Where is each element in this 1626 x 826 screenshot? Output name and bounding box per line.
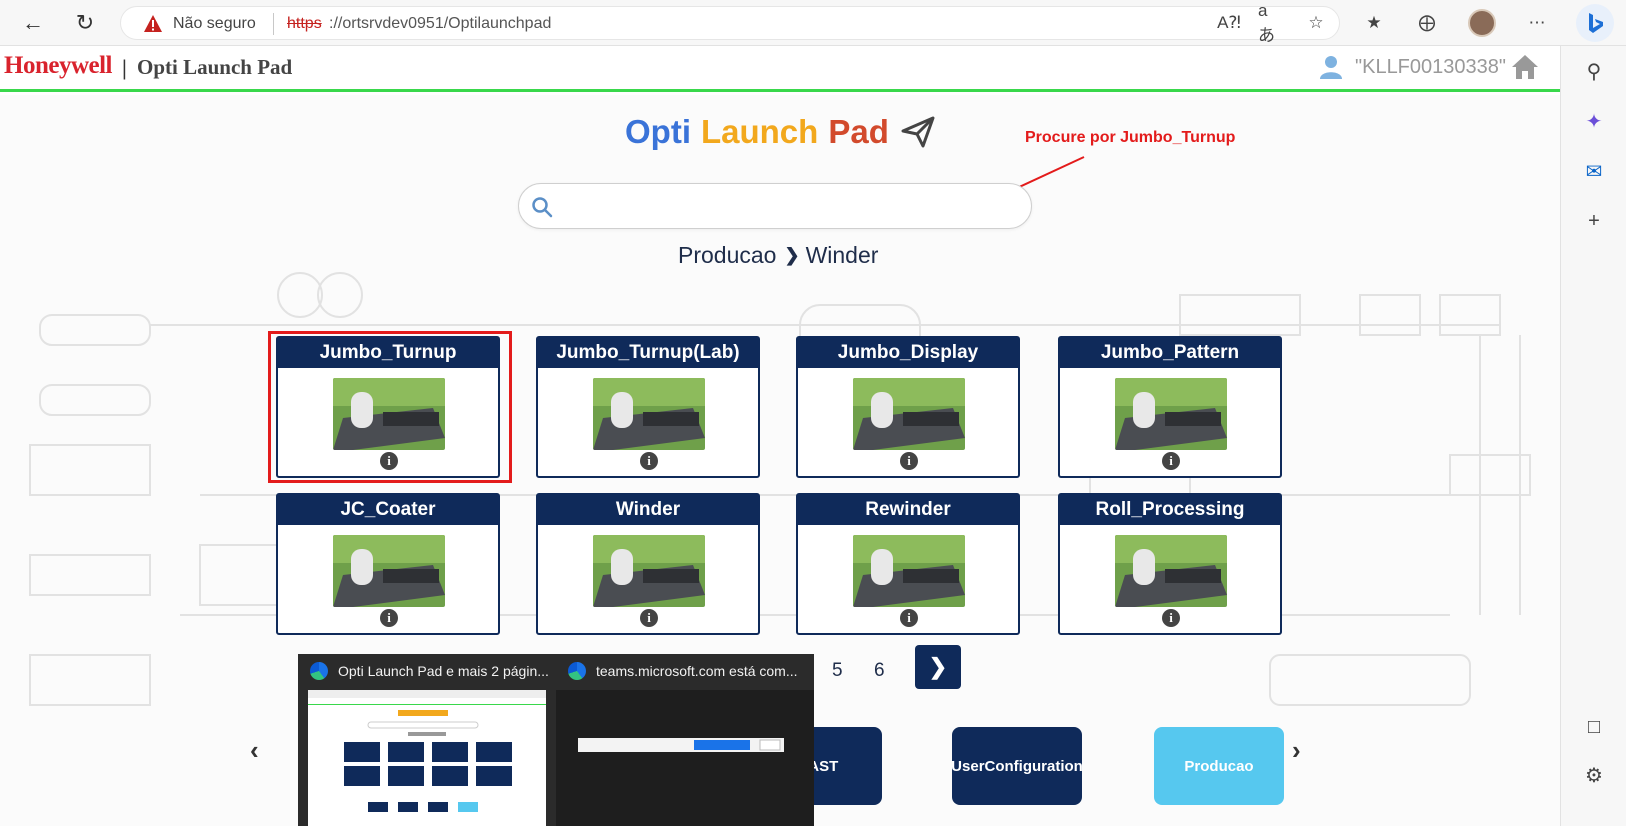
tile-label: Producao: [1184, 757, 1254, 775]
security-label[interactable]: Não seguro: [173, 15, 256, 33]
card-title: Jumbo_Display: [798, 338, 1018, 368]
add-sidebar-icon[interactable]: +: [1581, 208, 1607, 234]
winder-machine-image: [593, 535, 705, 607]
winder-machine-image: [593, 378, 705, 450]
info-icon[interactable]: i: [640, 452, 658, 470]
collections-icon[interactable]: ⨁: [1414, 10, 1440, 36]
card-title: JC_Coater: [278, 495, 498, 525]
profile-avatar[interactable]: [1468, 9, 1496, 37]
logo-text-opti: Opti: [625, 113, 691, 150]
highlight-box: [268, 331, 512, 483]
card-title: Jumbo_Pattern: [1060, 338, 1280, 368]
info-icon[interactable]: i: [900, 609, 918, 627]
search-box[interactable]: [518, 183, 1032, 229]
opti-launch-pad-logo: Opti Launch Pad: [625, 113, 935, 151]
more-menu-icon[interactable]: ⋯: [1524, 10, 1550, 36]
favorites-icon[interactable]: ★: [1361, 10, 1387, 36]
url-protocol: https: [287, 15, 322, 32]
card-jc-coater[interactable]: JC_Coater i: [276, 493, 500, 635]
preview-title: Opti Launch Pad e mais 2 págin...: [338, 663, 549, 679]
tile-producao[interactable]: Producao: [1154, 727, 1284, 805]
info-icon[interactable]: i: [900, 452, 918, 470]
edge-browser-icon: [310, 662, 328, 680]
refresh-icon[interactable]: ↻: [70, 8, 100, 38]
edge-sidebar: ⚲ ✦ ✉ + □ ⚙: [1560, 46, 1626, 826]
card-title: Rewinder: [798, 495, 1018, 525]
warning-icon: [144, 15, 162, 32]
next-page-button[interactable]: ❯: [915, 645, 961, 689]
address-divider: [273, 13, 274, 35]
card-jumbo-turnup-lab[interactable]: Jumbo_Turnup(Lab) i: [536, 336, 760, 478]
logo-text-pad: Pad: [828, 113, 889, 150]
logo-text-launch: Launch: [700, 113, 819, 150]
info-icon[interactable]: i: [1162, 609, 1180, 627]
search-icon: [532, 197, 553, 218]
home-icon[interactable]: [1510, 52, 1540, 82]
tile-label: UserConfiguration: [951, 757, 1083, 775]
card-title: Jumbo_Turnup(Lab): [538, 338, 758, 368]
preview-thumbnail: [556, 690, 814, 826]
card-title: Winder: [538, 495, 758, 525]
user-id: "KLLF00130338": [1355, 56, 1506, 78]
edge-browser-icon: [568, 662, 586, 680]
address-bar[interactable]: Não seguro https ://ortsrvdev0951/Optila…: [120, 6, 1340, 40]
chevron-right-icon: ❯: [784, 245, 800, 265]
app-header: Honeywell | Opti Launch Pad "KLLF0013033…: [0, 46, 1560, 92]
winder-machine-image: [333, 535, 445, 607]
carousel-prev-icon[interactable]: ‹: [250, 735, 274, 765]
back-arrow-icon[interactable]: ←: [18, 8, 48, 38]
url-text: ://ortsrvdev0951/Optilaunchpad: [329, 15, 552, 32]
info-icon[interactable]: i: [1162, 452, 1180, 470]
breadcrumb: Producao ❯ Winder: [678, 242, 878, 269]
bing-icon[interactable]: [1576, 4, 1614, 42]
search-sidebar-icon[interactable]: ⚲: [1581, 58, 1607, 84]
header-separator: |: [122, 55, 127, 80]
card-jumbo-pattern[interactable]: Jumbo_Pattern i: [1058, 336, 1282, 478]
card-title: Roll_Processing: [1060, 495, 1280, 525]
annotation-note: Procure por Jumbo_Turnup: [1025, 129, 1236, 146]
user-icon: [1320, 56, 1342, 79]
paper-plane-icon: [901, 116, 935, 148]
preview-thumbnail: [308, 690, 546, 826]
preview-opti-launch-pad[interactable]: Opti Launch Pad e mais 2 págin...: [298, 654, 556, 826]
info-icon[interactable]: i: [640, 609, 658, 627]
carousel-next-icon[interactable]: ›: [1292, 735, 1316, 765]
card-jumbo-display[interactable]: Jumbo_Display i: [796, 336, 1020, 478]
winder-machine-image: [853, 535, 965, 607]
copilot-icon[interactable]: ✦: [1581, 108, 1607, 134]
honeywell-logo: Honeywell: [4, 52, 113, 79]
translate-icon[interactable]: aあ: [1258, 1, 1284, 45]
winder-machine-image: [1115, 535, 1227, 607]
settings-gear-icon[interactable]: ⚙: [1581, 762, 1607, 788]
browser-toolbar: ← ↻ Não seguro https ://ortsrvdev0951/Op…: [0, 0, 1626, 46]
search-input[interactable]: [563, 192, 1013, 222]
card-winder[interactable]: Winder i: [536, 493, 760, 635]
card-rewinder[interactable]: Rewinder i: [796, 493, 1020, 635]
breadcrumb-winder: Winder: [805, 242, 879, 268]
tile-userconfiguration[interactable]: UserConfiguration: [951, 727, 1083, 805]
winder-machine-image: [1115, 378, 1227, 450]
info-icon[interactable]: i: [380, 609, 398, 627]
add-favorite-icon[interactable]: ☆: [1303, 10, 1329, 36]
app-title: Opti Launch Pad: [137, 55, 293, 79]
preview-teams-sharing[interactable]: teams.microsoft.com está com...: [556, 654, 814, 826]
breadcrumb-producao[interactable]: Producao: [678, 242, 776, 269]
read-aloud-icon[interactable]: A⁈: [1216, 10, 1242, 36]
taskbar-previews: Opti Launch Pad e mais 2 págin... teams.…: [298, 654, 814, 826]
card-roll-processing[interactable]: Roll_Processing i: [1058, 493, 1282, 635]
sidebar-layout-icon[interactable]: □: [1581, 714, 1607, 740]
outlook-icon[interactable]: ✉: [1581, 158, 1607, 184]
preview-title: teams.microsoft.com está com...: [596, 663, 798, 679]
page-6[interactable]: 6: [874, 660, 885, 682]
page-5[interactable]: 5: [832, 660, 843, 682]
chevron-right-icon: ❯: [928, 654, 948, 679]
winder-machine-image: [853, 378, 965, 450]
